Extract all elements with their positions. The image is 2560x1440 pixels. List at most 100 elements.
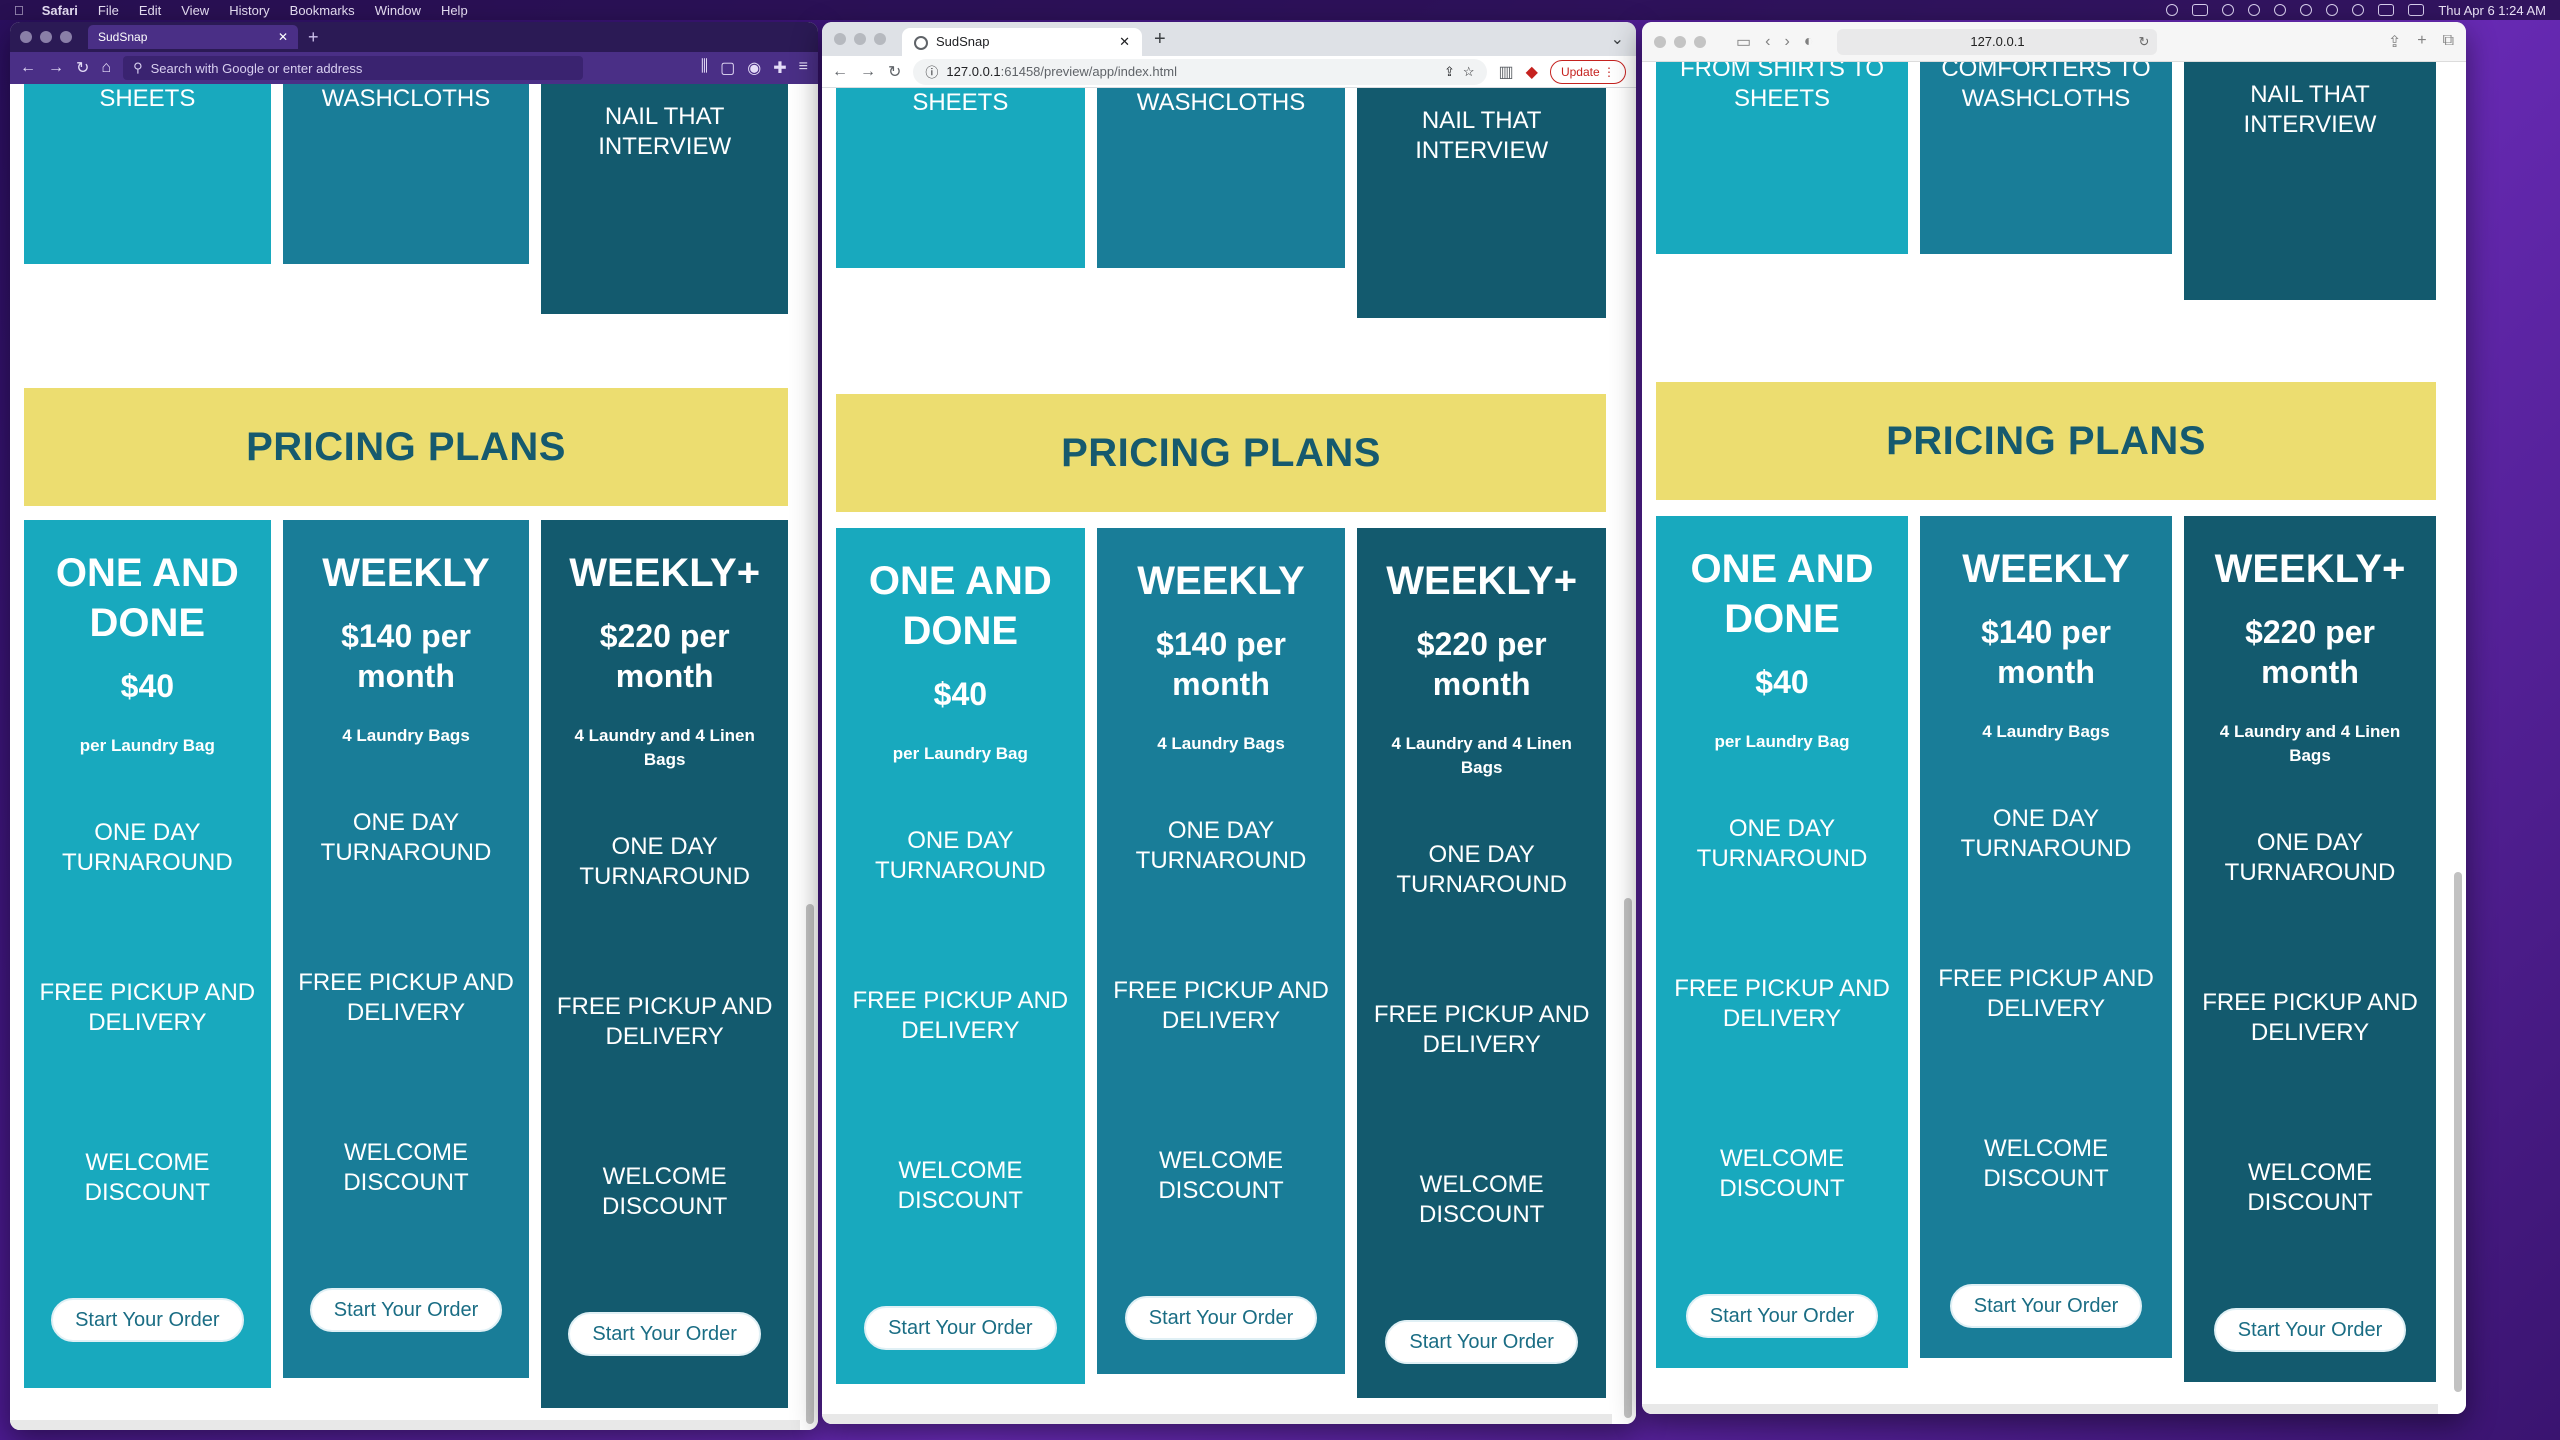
new-tab-icon[interactable]: + (2417, 32, 2426, 52)
share-icon[interactable]: ⇪ (1444, 64, 1455, 80)
address-bar[interactable]: ⚲ Search with Google or enter address (123, 56, 584, 80)
zoom-window-button[interactable] (874, 33, 886, 45)
start-order-button[interactable]: Start Your Order (51, 1298, 244, 1342)
forward-icon[interactable]: › (1784, 33, 1789, 51)
minimize-window-button[interactable] (40, 31, 52, 43)
plan-feature: ONE DAY TURNAROUND (875, 827, 1046, 884)
minimize-window-button[interactable] (854, 33, 866, 45)
play-icon[interactable] (2274, 4, 2287, 16)
plan-price: $140 per month (1981, 614, 2111, 690)
start-order-button[interactable]: Start Your Order (864, 1306, 1057, 1350)
plan-desc: 4 Laundry and 4 Linen Bags (1391, 734, 1572, 777)
shield-icon[interactable]: ◐ (1804, 33, 1814, 51)
menu-icon[interactable]: ≡ (799, 58, 808, 78)
plan-card-weekly-plus: WEEKLY+ $220 per month 4 Laundry and 4 L… (2184, 516, 2436, 1382)
address-placeholder: Search with Google or enter address (150, 60, 363, 76)
extensions-icon[interactable]: ✚ (773, 58, 786, 78)
menu-help[interactable]: Help (441, 3, 468, 18)
close-window-button[interactable] (834, 33, 846, 45)
close-window-button[interactable] (20, 31, 32, 43)
menu-edit[interactable]: Edit (139, 3, 161, 18)
plan-card-weekly: WEEKLY $140 per month 4 Laundry Bags ONE… (282, 520, 530, 1378)
sidebar-icon[interactable]: ▢ (720, 58, 735, 78)
chrome-tab[interactable]: SudSnap ✕ (902, 28, 1142, 56)
back-icon[interactable]: ← (20, 59, 36, 77)
url-host: 127.0.0.1 (946, 64, 1001, 79)
new-tab-icon[interactable]: + (1154, 28, 1166, 51)
address-bar[interactable]: 127.0.0.1 ↻ (1837, 28, 2158, 55)
url-path: :61458/preview/app/index.html (1000, 64, 1177, 79)
firefox-tab-strip: SudSnap ✕ + (10, 22, 818, 52)
status-icon-b[interactable] (2222, 4, 2235, 16)
menu-app-name[interactable]: Safari (42, 3, 78, 18)
menu-file[interactable]: File (98, 3, 119, 18)
horizontal-scrollbar[interactable] (1642, 1404, 2438, 1414)
horizontal-scrollbar[interactable] (10, 1420, 800, 1430)
search-icon[interactable] (2352, 4, 2365, 16)
menu-view[interactable]: View (181, 3, 209, 18)
status-icon-a[interactable] (2166, 4, 2179, 16)
menu-history[interactable]: History (229, 3, 269, 18)
zoom-window-button[interactable] (1694, 35, 1706, 48)
side-panel-icon[interactable]: ▥ (1499, 62, 1514, 82)
menu-window[interactable]: Window (375, 3, 421, 18)
plan-feature: ONE DAY TURNAROUND (62, 819, 233, 876)
forward-icon[interactable]: → (860, 63, 876, 81)
service-card-interview: NAIL THAT INTERVIEW (1357, 88, 1607, 318)
chevron-down-icon[interactable]: ⌄ (1611, 29, 1624, 49)
back-icon[interactable]: ‹ (1765, 33, 1770, 51)
info-icon[interactable]: ⓘ (925, 62, 938, 81)
plan-card-weekly: WEEKLY $140 per month 4 Laundry Bags ONE… (1096, 528, 1346, 1374)
control-center-icon[interactable] (2378, 4, 2395, 16)
plan-desc: 4 Laundry and 4 Linen Bags (574, 726, 755, 769)
notification-icon[interactable] (2408, 4, 2425, 16)
start-order-button[interactable]: Start Your Order (1124, 1296, 1318, 1340)
plan-feature: WELCOME DISCOUNT (1719, 1145, 1845, 1202)
start-order-button[interactable]: Start Your Order (568, 1312, 761, 1356)
vertical-scrollbar[interactable] (806, 904, 814, 1424)
start-order-button[interactable]: Start Your Order (309, 1288, 503, 1332)
apple-icon[interactable]:  (14, 3, 24, 18)
new-tab-icon[interactable]: + (308, 27, 319, 48)
start-order-button[interactable]: Start Your Order (1949, 1284, 2143, 1328)
cloud-icon[interactable] (2192, 4, 2209, 16)
share-icon[interactable]: ⇪ (2388, 32, 2401, 52)
services-row: FROM SHIRTS TO SHEETS COMFORTERS TO WASH… (1656, 62, 2436, 300)
wifi-icon[interactable] (2300, 4, 2313, 16)
tab-overview-icon[interactable]: ⧉ (2443, 32, 2454, 52)
reload-icon[interactable]: ↻ (888, 62, 901, 82)
vertical-scrollbar[interactable] (1624, 898, 1632, 1418)
menu-bookmarks[interactable]: Bookmarks (290, 3, 355, 18)
start-order-button[interactable]: Start Your Order (1685, 1294, 1879, 1338)
bookmark-star-icon[interactable]: ☆ (1463, 64, 1475, 80)
horizontal-scrollbar[interactable] (822, 1414, 1612, 1424)
forward-icon[interactable]: → (48, 59, 64, 77)
close-tab-icon[interactable]: ✕ (278, 30, 288, 44)
account-icon[interactable]: ◉ (747, 58, 761, 78)
close-tab-icon[interactable]: ✕ (1119, 34, 1130, 50)
start-order-button[interactable]: Start Your Order (2213, 1308, 2407, 1352)
minimize-window-button[interactable] (1674, 35, 1686, 48)
extension-icon[interactable]: ◆ (1526, 62, 1538, 82)
back-icon[interactable]: ← (832, 63, 848, 81)
close-window-button[interactable] (1654, 35, 1666, 48)
menubar-clock[interactable]: Thu Apr 6 1:24 AM (2438, 3, 2546, 18)
plan-feature: FREE PICKUP AND DELIVERY (556, 993, 773, 1050)
plan-feature: WELCOME DISCOUNT (897, 1157, 1023, 1214)
tab-title: SudSnap (98, 30, 148, 44)
zoom-window-button[interactable] (60, 31, 72, 43)
sidebar-icon[interactable]: ▭ (1736, 32, 1751, 52)
home-icon[interactable]: ⌂ (101, 59, 111, 77)
reload-icon[interactable]: ↻ (76, 58, 89, 78)
library-icon[interactable]: ⫼ (701, 58, 708, 78)
clock-icon[interactable] (2326, 4, 2339, 16)
start-order-button[interactable]: Start Your Order (1385, 1320, 1578, 1364)
address-bar[interactable]: ⓘ 127.0.0.1:61458/preview/app/index.html… (913, 58, 1487, 85)
vertical-scrollbar[interactable] (2454, 872, 2462, 1392)
service-text: NAIL THAT INTERVIEW (2243, 81, 2377, 138)
plan-desc: 4 Laundry and 4 Linen Bags (2219, 722, 2401, 765)
firefox-tab[interactable]: SudSnap ✕ (88, 25, 298, 49)
bluetooth-icon[interactable] (2248, 4, 2261, 16)
reload-icon[interactable]: ↻ (2139, 34, 2150, 50)
update-button[interactable]: Update ⋮ (1549, 59, 1626, 84)
